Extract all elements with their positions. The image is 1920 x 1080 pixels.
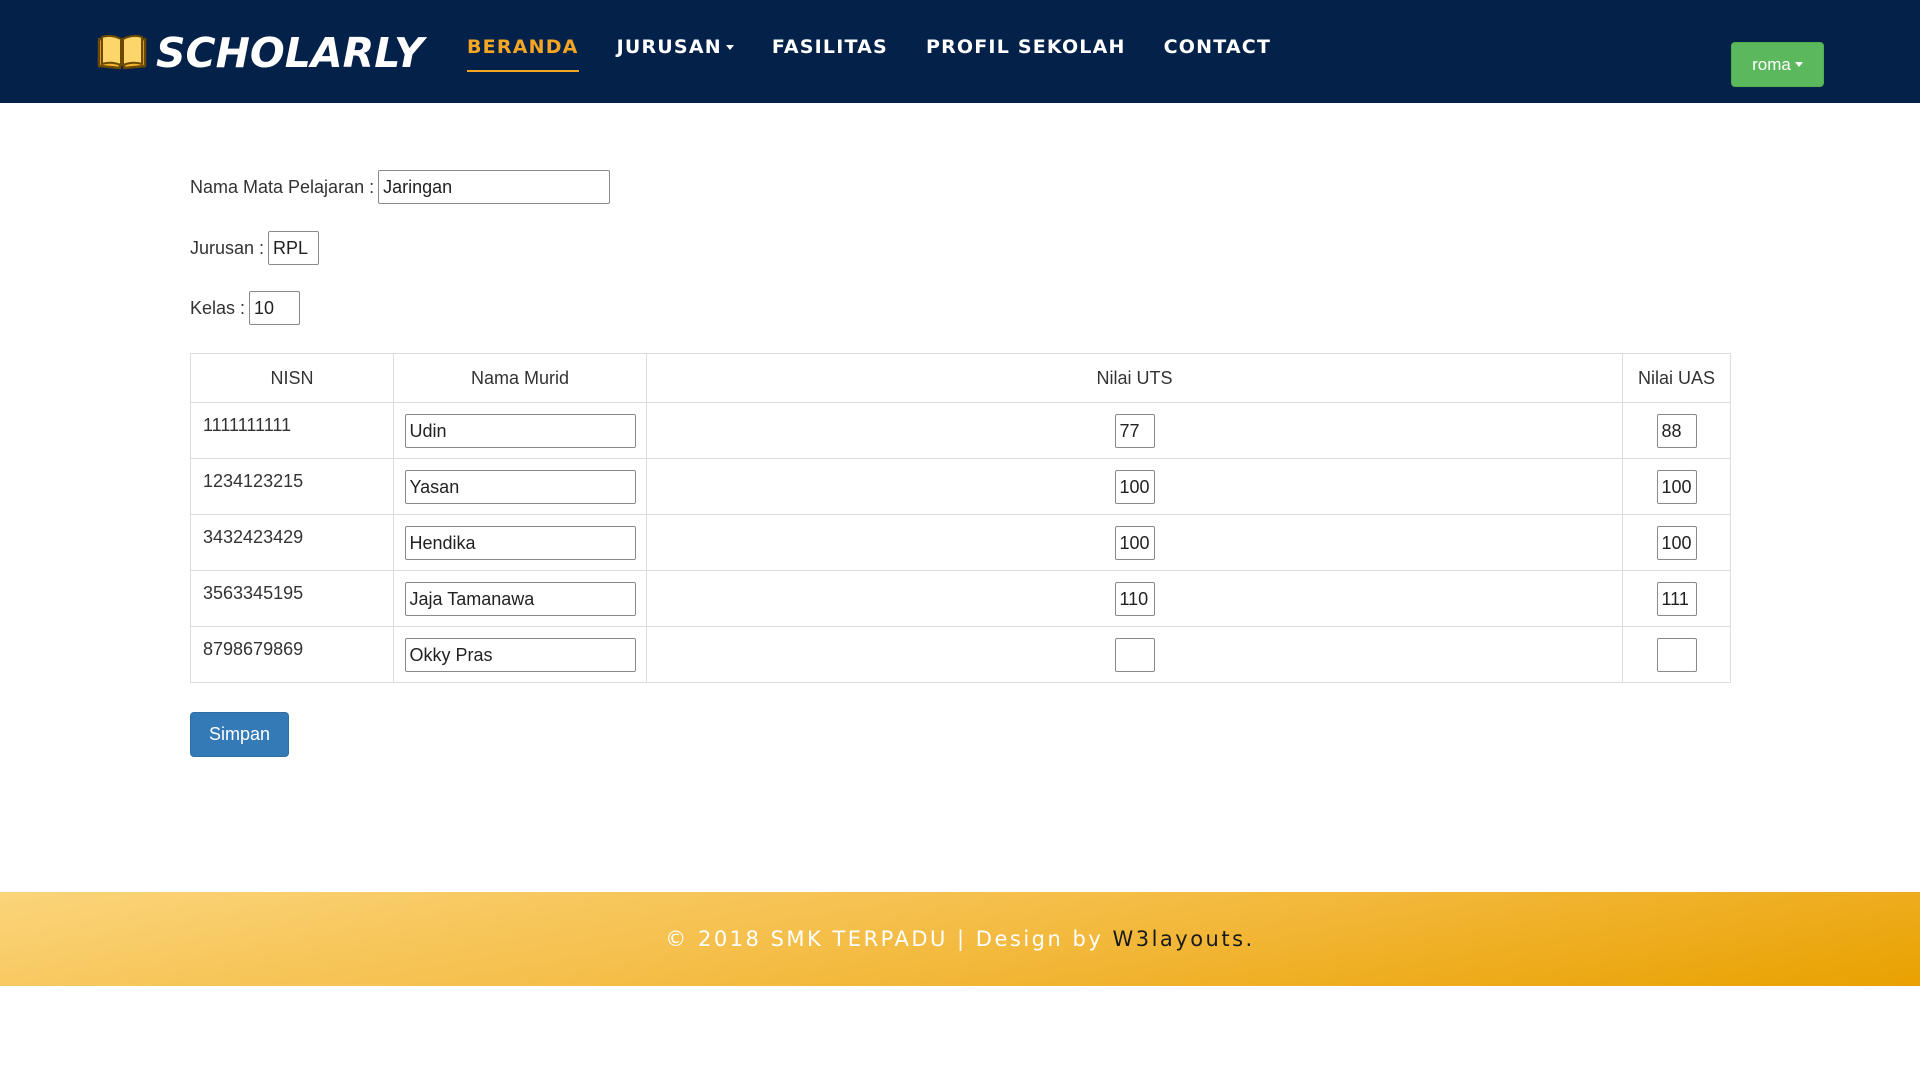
user-menu-button[interactable]: roma bbox=[1731, 42, 1824, 87]
footer-copyright: © 2018 SMK TERPADU | Design by W3layouts… bbox=[665, 927, 1254, 951]
subject-label: Nama Mata Pelajaran : bbox=[190, 176, 375, 197]
uas-cell bbox=[1622, 570, 1731, 627]
uas-score-input[interactable] bbox=[1656, 582, 1697, 616]
subject-row: Nama Mata Pelajaran : bbox=[190, 170, 611, 204]
book-icon bbox=[96, 31, 148, 76]
footer: © 2018 SMK TERPADU | Design by W3layouts… bbox=[0, 892, 1920, 986]
score-table: NISN Nama Murid Nilai UTS Nilai UAS 1111… bbox=[190, 353, 1731, 683]
major-row: Jurusan : bbox=[190, 231, 320, 265]
subject-input[interactable] bbox=[378, 170, 611, 204]
student-name-input[interactable] bbox=[404, 582, 636, 616]
nav-jurusan[interactable]: JURUSAN bbox=[617, 36, 734, 70]
nav-contact[interactable]: CONTACT bbox=[1164, 36, 1272, 70]
table-row: 3563345195 bbox=[190, 570, 1731, 627]
name-cell bbox=[393, 570, 647, 627]
uts-cell bbox=[646, 402, 1623, 459]
table-row: 1111111111 bbox=[190, 402, 1731, 459]
uts-score-input[interactable] bbox=[1114, 582, 1155, 616]
uts-score-input[interactable] bbox=[1114, 638, 1155, 672]
brand-logo[interactable]: SCHOLARLY bbox=[96, 29, 424, 77]
nav-fasilitas[interactable]: FASILITAS bbox=[772, 36, 888, 70]
major-input[interactable] bbox=[268, 231, 320, 265]
uas-score-input[interactable] bbox=[1656, 470, 1697, 504]
table-row: 3432423429 bbox=[190, 514, 1731, 571]
chevron-down-icon bbox=[1794, 62, 1803, 67]
class-label: Kelas : bbox=[190, 297, 246, 318]
user-name: roma bbox=[1752, 54, 1791, 74]
nav-fasilitas-label: FASILITAS bbox=[771, 36, 888, 58]
uts-cell bbox=[646, 570, 1623, 627]
footer-credit-link[interactable]: W3layouts. bbox=[1112, 927, 1254, 951]
major-label: Jurusan : bbox=[190, 237, 265, 258]
nav-contact-label: CONTACT bbox=[1163, 36, 1272, 58]
header-nilai-uts: Nilai UTS bbox=[646, 353, 1623, 403]
nav-beranda-label: BERANDA bbox=[467, 36, 579, 58]
uts-score-input[interactable] bbox=[1114, 526, 1155, 560]
student-name-input[interactable] bbox=[404, 470, 636, 504]
header-nama-murid: Nama Murid bbox=[393, 353, 647, 403]
uts-cell bbox=[646, 514, 1623, 571]
uts-cell bbox=[646, 458, 1623, 515]
nisn-cell: 1111111111 bbox=[190, 402, 394, 459]
nav-beranda[interactable]: BERANDA bbox=[467, 36, 579, 72]
uas-score-input[interactable] bbox=[1656, 526, 1697, 560]
student-name-input[interactable] bbox=[404, 414, 636, 448]
uas-cell bbox=[1622, 402, 1731, 459]
table-row: 8798679869 bbox=[190, 626, 1731, 683]
footer-copyright-text: © 2018 SMK TERPADU | Design by bbox=[665, 927, 1113, 951]
brand-name: SCHOLARLY bbox=[156, 29, 424, 77]
name-cell bbox=[393, 626, 647, 683]
main-nav: BERANDA JURUSAN FASILITAS PROFIL SEKOLAH… bbox=[467, 36, 1309, 72]
uas-cell bbox=[1622, 458, 1731, 515]
nisn-cell: 8798679869 bbox=[190, 626, 394, 683]
student-name-input[interactable] bbox=[404, 638, 636, 672]
nav-profil-sekolah-label: PROFIL SEKOLAH bbox=[925, 36, 1126, 58]
name-cell bbox=[393, 514, 647, 571]
uts-score-input[interactable] bbox=[1114, 414, 1155, 448]
uas-cell bbox=[1622, 626, 1731, 683]
nisn-cell: 3563345195 bbox=[190, 570, 394, 627]
uas-cell bbox=[1622, 514, 1731, 571]
top-navbar: SCHOLARLY BERANDA JURUSAN FASILITAS PROF… bbox=[0, 0, 1920, 103]
uts-cell bbox=[646, 626, 1623, 683]
header-nilai-uas: Nilai UAS bbox=[1622, 353, 1731, 403]
save-button[interactable]: Simpan bbox=[190, 712, 289, 757]
uas-score-input[interactable] bbox=[1656, 414, 1697, 448]
header-nisn: NISN bbox=[190, 353, 394, 403]
nisn-cell: 1234123215 bbox=[190, 458, 394, 515]
chevron-down-icon bbox=[725, 45, 734, 50]
nav-profil-sekolah[interactable]: PROFIL SEKOLAH bbox=[926, 36, 1126, 70]
table-header-row: NISN Nama Murid Nilai UTS Nilai UAS bbox=[190, 353, 1731, 403]
uas-score-input[interactable] bbox=[1656, 638, 1697, 672]
name-cell bbox=[393, 402, 647, 459]
nisn-cell: 3432423429 bbox=[190, 514, 394, 571]
student-name-input[interactable] bbox=[404, 526, 636, 560]
uts-score-input[interactable] bbox=[1114, 470, 1155, 504]
nav-jurusan-label: JURUSAN bbox=[616, 36, 722, 58]
class-row: Kelas : bbox=[190, 291, 301, 325]
class-input[interactable] bbox=[249, 291, 301, 325]
name-cell bbox=[393, 458, 647, 515]
table-row: 1234123215 bbox=[190, 458, 1731, 515]
